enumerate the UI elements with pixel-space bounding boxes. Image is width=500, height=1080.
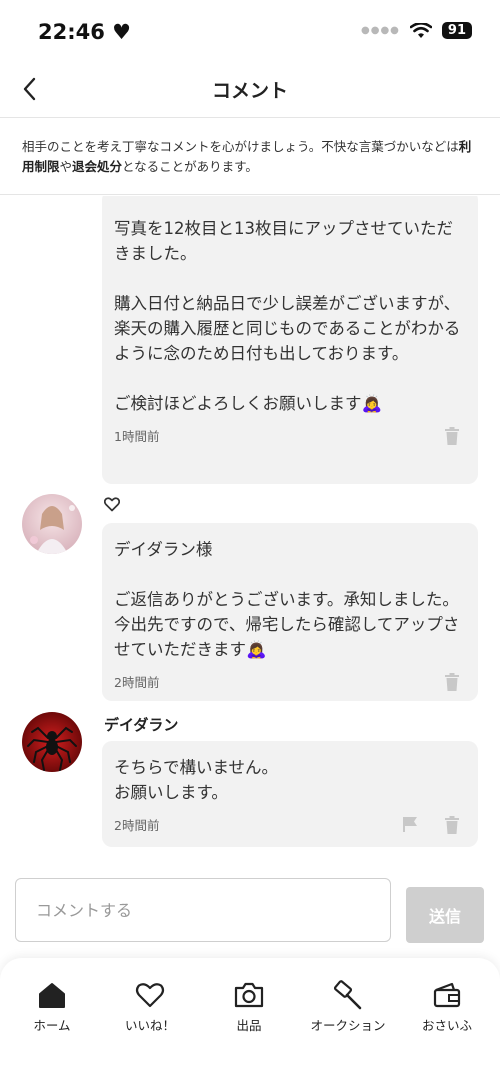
comment-meta: 2時間前 bbox=[114, 815, 466, 835]
comment-timestamp: 1時間前 bbox=[114, 429, 160, 444]
comment-input-area: 送信 bbox=[0, 870, 500, 960]
tab-label: ホーム bbox=[33, 1018, 71, 1033]
comment-timestamp: 2時間前 bbox=[114, 818, 160, 833]
comment-bubble: そちらで構いません。 お願いします。 2時間前 bbox=[102, 741, 478, 847]
status-bar: 22:46 ♥ ●●●● 91 bbox=[0, 0, 500, 64]
bottom-tab-bar: ホーム いいね！ 出品 オークション おさいふ bbox=[0, 958, 500, 1080]
tab-label: いいね！ bbox=[124, 1018, 175, 1033]
status-time: 22:46 ♥ bbox=[38, 20, 131, 44]
heart-status-icon: ♥ bbox=[112, 20, 131, 44]
wallet-icon bbox=[433, 982, 461, 1008]
tab-likes[interactable]: いいね！ bbox=[100, 980, 200, 1034]
avatar[interactable] bbox=[22, 712, 82, 772]
hammer-icon bbox=[333, 980, 362, 1010]
comment-bubble: 写真を12枚目と13枚目にアップさせていただきました。 購入日付と納品日で少し誤… bbox=[102, 196, 478, 484]
spider-avatar-image bbox=[22, 712, 82, 772]
page-title: コメント bbox=[211, 80, 288, 102]
tab-label: おさいふ bbox=[421, 1018, 472, 1033]
avatar[interactable] bbox=[22, 494, 82, 554]
heart-icon bbox=[135, 983, 165, 1008]
send-button[interactable]: 送信 bbox=[406, 887, 484, 943]
nav-header: コメント bbox=[0, 64, 500, 118]
comment-bubble: デイダラン様 ご返信ありがとうございます。承知しました。今出先ですので、帰宅した… bbox=[102, 523, 478, 701]
comment-meta: 1時間前 bbox=[114, 426, 466, 446]
wifi-icon bbox=[409, 22, 432, 38]
comment-text: デイダラン様 ご返信ありがとうございます。承知しました。今出先ですので、帰宅した… bbox=[114, 540, 460, 659]
flag-icon[interactable] bbox=[402, 816, 418, 832]
tab-auction[interactable]: オークション bbox=[298, 980, 398, 1034]
account-deletion-text: 退会処分 bbox=[72, 159, 123, 174]
comment-text: 写真を12枚目と13枚目にアップさせていただきました。 購入日付と納品日で少し誤… bbox=[114, 219, 461, 413]
tab-wallet[interactable]: おさいふ bbox=[397, 980, 497, 1034]
user-avatar-image bbox=[22, 494, 82, 554]
comment-meta: 2時間前 bbox=[114, 672, 466, 692]
comment-list[interactable]: 写真を12枚目と13枚目にアップさせていただきました。 購入日付と納品日で少し誤… bbox=[0, 196, 500, 856]
battery-indicator: 91 bbox=[441, 22, 472, 39]
trash-icon[interactable] bbox=[444, 673, 460, 691]
trash-icon[interactable] bbox=[444, 816, 460, 834]
comment-text: そちらで構いません。 お願いします。 bbox=[114, 758, 279, 802]
comment-input[interactable] bbox=[15, 878, 391, 942]
signal-icon: ●●●● bbox=[361, 25, 400, 36]
trash-icon[interactable] bbox=[444, 427, 460, 445]
comment-guideline-notice: 相手のことを考え丁寧なコメントを心がけましょう。不快な言葉づかいなどは利用制限や… bbox=[0, 119, 500, 195]
tab-label: オークション bbox=[310, 1018, 386, 1033]
tab-home[interactable]: ホーム bbox=[2, 980, 102, 1034]
comment-timestamp: 2時間前 bbox=[114, 675, 160, 690]
heart-outline-icon[interactable] bbox=[104, 497, 120, 512]
tab-label: 出品 bbox=[236, 1018, 262, 1033]
camera-icon bbox=[234, 982, 264, 1008]
commenter-name[interactable]: デイダラン bbox=[104, 714, 178, 735]
status-indicators: ●●●● 91 bbox=[361, 22, 472, 39]
tab-sell[interactable]: 出品 bbox=[199, 980, 299, 1034]
home-icon bbox=[39, 983, 65, 1008]
